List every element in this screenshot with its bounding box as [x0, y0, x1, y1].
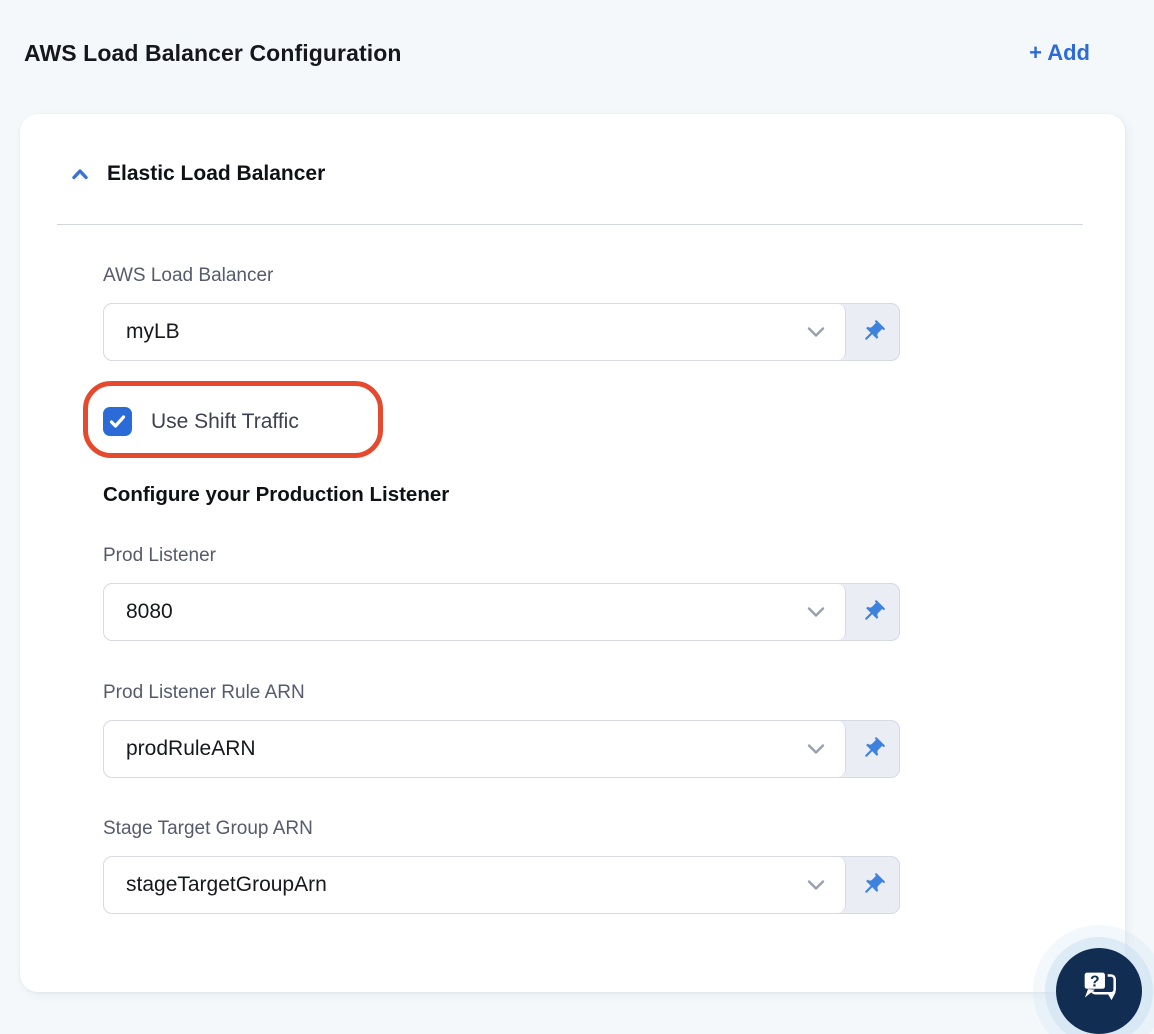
page-title: AWS Load Balancer Configuration	[24, 40, 402, 66]
field-label: Stage Target Group ARN	[103, 818, 313, 839]
checkmark-icon	[109, 415, 126, 428]
pin-runtime-input-button[interactable]	[846, 304, 899, 360]
production-listener-heading: Configure your Production Listener	[103, 483, 450, 506]
help-chat-button[interactable]: ?	[1056, 948, 1142, 1034]
use-shift-traffic-row[interactable]: Use Shift Traffic	[83, 381, 383, 458]
field-aws-load-balancer: AWS Load Balancer myLB	[103, 265, 900, 361]
use-shift-traffic-label: Use Shift Traffic	[151, 409, 299, 433]
load-balancer-config-card: Elastic Load Balancer AWS Load Balancer …	[20, 114, 1125, 992]
chevron-down-icon	[807, 880, 825, 890]
stage-target-group-arn-select[interactable]: stageTargetGroupArn	[104, 857, 846, 913]
pushpin-icon	[864, 320, 885, 340]
pushpin-icon	[864, 737, 885, 757]
elb-form: AWS Load Balancer myLB Use Shift Traffic…	[20, 225, 900, 914]
svg-text:?: ?	[1090, 973, 1100, 990]
chevron-up-icon[interactable]	[68, 162, 92, 186]
field-label: Prod Listener Rule ARN	[103, 682, 305, 703]
use-shift-traffic-checkbox[interactable]	[103, 407, 132, 436]
prod-listener-select[interactable]: 8080	[104, 584, 846, 640]
chat-question-icon: ?	[1081, 969, 1116, 1001]
field-prod-listener: Prod Listener 8080	[103, 545, 900, 641]
field-prod-listener-rule-arn: Prod Listener Rule ARN prodRuleARN	[103, 682, 900, 778]
page-header: AWS Load Balancer Configuration + Add	[0, 0, 1154, 67]
add-button[interactable]: + Add	[1029, 40, 1090, 66]
pin-runtime-input-button[interactable]	[846, 857, 899, 913]
prod-listener-rule-arn-select[interactable]: prodRuleARN	[104, 721, 846, 777]
pushpin-icon	[864, 873, 885, 893]
select-value: myLB	[126, 320, 180, 343]
chevron-down-icon	[807, 327, 825, 337]
section-header-elastic-load-balancer[interactable]: Elastic Load Balancer	[20, 114, 1125, 186]
section-title: Elastic Load Balancer	[107, 162, 326, 185]
chevron-down-icon	[807, 607, 825, 617]
field-stage-target-group-arn: Stage Target Group ARN stageTargetGroupA…	[103, 818, 900, 914]
select-value: stageTargetGroupArn	[126, 873, 327, 896]
field-label: Prod Listener	[103, 545, 217, 566]
prod-listener-select-group: 8080	[103, 583, 900, 641]
stage-target-group-arn-select-group: stageTargetGroupArn	[103, 856, 900, 914]
chevron-down-icon	[807, 744, 825, 754]
prod-listener-rule-arn-select-group: prodRuleARN	[103, 720, 900, 778]
pin-runtime-input-button[interactable]	[846, 584, 899, 640]
pushpin-icon	[864, 600, 885, 620]
aws-load-balancer-select[interactable]: myLB	[104, 304, 846, 360]
select-value: prodRuleARN	[126, 737, 256, 760]
aws-load-balancer-select-group: myLB	[103, 303, 900, 361]
select-value: 8080	[126, 600, 173, 623]
pin-runtime-input-button[interactable]	[846, 721, 899, 777]
field-label: AWS Load Balancer	[103, 265, 274, 286]
